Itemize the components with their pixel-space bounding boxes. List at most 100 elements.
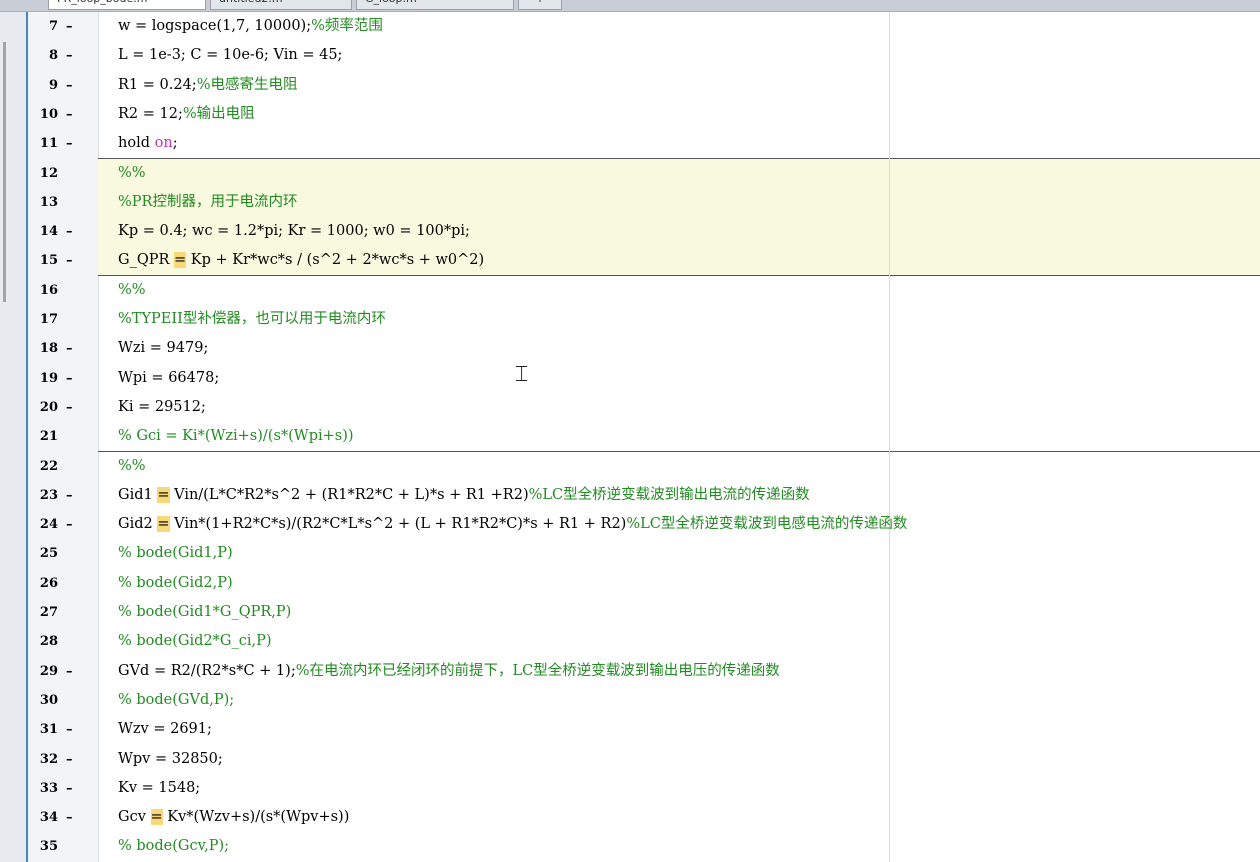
code-line[interactable]: 10– R2 = 12;%输出电阻	[28, 100, 1260, 129]
code-comment: %LC型全桥逆变载波到电感电流的传递函数	[626, 516, 908, 533]
code-text[interactable]: L = 1e-3; C = 10e-6; Vin = 45;	[118, 41, 342, 70]
code-token: Wpi = 66478;	[118, 369, 220, 386]
code-text[interactable]: % bode(Gcv,P);	[118, 832, 229, 861]
line-number: 26	[39, 575, 58, 591]
panel-scroll-strip[interactable]	[0, 12, 26, 862]
code-line[interactable]: 32– Wpv = 32850;	[28, 745, 1260, 774]
breakpoint-marker[interactable]: –	[66, 393, 73, 422]
code-line[interactable]: 31– Wzv = 2691;	[28, 715, 1260, 744]
code-comment: % bode(GVd,P);	[118, 691, 235, 708]
breakpoint-marker[interactable]: –	[66, 715, 73, 744]
code-text[interactable]: %TYPEII型补偿器，也可以用于电流内环	[118, 305, 386, 334]
code-line[interactable]: 33– Kv = 1548;	[28, 774, 1260, 803]
code-line[interactable]: 22%%	[28, 452, 1260, 481]
code-line[interactable]: 25 % bode(Gid1,P)	[28, 539, 1260, 568]
code-text[interactable]: %%	[118, 276, 146, 305]
tab-pr-loop-bode[interactable]: PR_loop_bode.m	[48, 0, 206, 10]
code-text[interactable]: % Gci = Ki*(Wzi+s)/(s*(Wpi+s))	[118, 422, 354, 451]
code-comment: %在电流内环已经闭环的前提下，LC型全桥逆变载波到输出电压的传递函数	[295, 662, 780, 679]
code-text[interactable]: Wpi = 66478;	[118, 364, 219, 393]
breakpoint-marker[interactable]: –	[66, 481, 73, 510]
code-line[interactable]: 23– Gid1 = Vin/(L*C*R2*s^2 + (R1*R2*C + L…	[28, 481, 1260, 510]
code-line[interactable]: 9– R1 = 0.24;%电感寄生电阻	[28, 71, 1260, 100]
code-line[interactable]: 26 % bode(Gid2,P)	[28, 569, 1260, 598]
code-text[interactable]: Gcv = Kv*(Wzv+s)/(s*(Wpv+s))	[118, 803, 349, 832]
breakpoint-marker[interactable]: –	[66, 217, 73, 246]
code-text[interactable]: Wzi = 9479;	[118, 334, 208, 363]
tab-untitled2[interactable]: untitled2.m	[210, 0, 352, 10]
code-text[interactable]: % bode(Gid2,P)	[118, 569, 233, 598]
code-text[interactable]: R2 = 12;%输出电阻	[118, 100, 255, 129]
code-comment: % bode(Gid1*G_QPR,P)	[118, 604, 292, 620]
breakpoint-marker[interactable]: –	[66, 334, 73, 363]
code-line[interactable]: 13 %PR控制器，用于电流内环	[28, 188, 1260, 217]
code-line[interactable]: 20– Ki = 29512;	[28, 393, 1260, 422]
code-text[interactable]: Ki = 29512;	[118, 393, 206, 422]
code-line[interactable]: 18– Wzi = 9479;	[28, 334, 1260, 363]
code-line[interactable]: 19– Wpi = 66478;	[28, 364, 1260, 393]
code-line[interactable]: 11– hold on;	[28, 129, 1260, 158]
line-number: 12	[39, 165, 58, 181]
code-text[interactable]: GVd = R2/(R2*s*C + 1);%在电流内环已经闭环的前提下，LC型…	[118, 657, 780, 686]
panel-scrollbar-thumb[interactable]	[3, 42, 6, 302]
line-number: 10	[39, 106, 58, 122]
code-text[interactable]: %%	[118, 159, 146, 188]
code-text[interactable]: Kv = 1548;	[118, 774, 200, 803]
code-line[interactable]: 30 % bode(GVd,P);	[28, 686, 1260, 715]
code-line[interactable]: 21 % Gci = Ki*(Wzi+s)/(s*(Wpi+s))	[28, 422, 1260, 451]
breakpoint-marker[interactable]: –	[66, 100, 73, 129]
code-text[interactable]: %PR控制器，用于电流内环	[118, 188, 297, 217]
breakpoint-marker[interactable]: –	[66, 745, 73, 774]
breakpoint-marker[interactable]: –	[66, 803, 73, 832]
code-line[interactable]: 7– w = logspace(1,7, 10000);%频率范围	[28, 12, 1260, 41]
code-comment: % Gci = Ki*(Wzi+s)/(s*(Wpi+s))	[118, 428, 354, 445]
code-text[interactable]: hold on;	[118, 129, 178, 158]
code-token: Kv*(Wzv+s)/(s*(Wpv+s))	[162, 809, 350, 826]
breakpoint-marker[interactable]: –	[66, 657, 73, 686]
code-line[interactable]: 16%%	[28, 276, 1260, 305]
code-token: Gid2	[118, 516, 158, 533]
code-token: Kp + Kr*wc*s / (s^2 + 2*wc*s + w0^2)	[186, 252, 485, 269]
line-number: 9	[48, 77, 58, 93]
breakpoint-marker[interactable]: –	[66, 364, 73, 393]
breakpoint-marker[interactable]: –	[66, 41, 73, 70]
code-line[interactable]: 15– G_QPR = Kp + Kr*wc*s / (s^2 + 2*wc*s …	[28, 246, 1260, 275]
code-line[interactable]: 12%%	[28, 159, 1260, 188]
code-line[interactable]: 27 % bode(Gid1*G_QPR,P)	[28, 598, 1260, 627]
code-token: w = logspace(1,7, 10000);	[118, 18, 312, 34]
code-line[interactable]: 17 %TYPEII型补偿器，也可以用于电流内环	[28, 305, 1260, 334]
code-text[interactable]: % bode(Gid1,P)	[118, 539, 233, 568]
code-line[interactable]: 34– Gcv = Kv*(Wzv+s)/(s*(Wpv+s))	[28, 803, 1260, 832]
line-number: 16	[39, 282, 58, 298]
code-text[interactable]: w = logspace(1,7, 10000);%频率范围	[118, 12, 383, 41]
breakpoint-marker[interactable]: –	[66, 774, 73, 803]
code-line[interactable]: 29– GVd = R2/(R2*s*C + 1);%在电流内环已经闭环的前提下，…	[28, 657, 1260, 686]
code-line[interactable]: 8– L = 1e-3; C = 10e-6; Vin = 45;	[28, 41, 1260, 70]
breakpoint-marker[interactable]: –	[66, 12, 73, 41]
breakpoint-marker[interactable]: –	[66, 129, 73, 158]
code-text[interactable]: R1 = 0.24;%电感寄生电阻	[118, 71, 297, 100]
code-text[interactable]: % bode(Gid1*G_QPR,P)	[118, 598, 291, 627]
code-line[interactable]: 35 % bode(Gcv,P);	[28, 832, 1260, 861]
code-text[interactable]: Wpv = 32850;	[118, 745, 223, 774]
code-text[interactable]: Wzv = 2691;	[118, 715, 212, 744]
code-text[interactable]: Kp = 0.4; wc = 1.2*pi; Kr = 1000; w0 = 1…	[118, 217, 470, 246]
code-text[interactable]: % bode(GVd,P);	[118, 686, 234, 715]
tab-g-loop[interactable]: G_loop.m	[356, 0, 514, 10]
code-line[interactable]: 28 % bode(Gid2*G_ci,P)	[28, 627, 1260, 656]
breakpoint-marker[interactable]: –	[66, 246, 73, 275]
code-line[interactable]: 24– Gid2 = Vin*(1+R2*C*s)/(R2*C*L*s^2 + (…	[28, 510, 1260, 539]
breakpoint-marker[interactable]: –	[66, 510, 73, 539]
code-token: hold	[118, 135, 155, 152]
code-text[interactable]: Gid1 = Vin/(L*C*R2*s^2 + (R1*R2*C + L)*s…	[118, 481, 810, 510]
code-text[interactable]: Gid2 = Vin*(1+R2*C*s)/(R2*C*L*s^2 + (L +…	[118, 510, 907, 539]
match-highlight: =	[157, 516, 170, 533]
code-line[interactable]: 14– Kp = 0.4; wc = 1.2*pi; Kr = 1000; w0 …	[28, 217, 1260, 246]
code-text[interactable]: % bode(Gid2*G_ci,P)	[118, 627, 272, 656]
code-comment: %%	[118, 281, 146, 298]
code-text[interactable]: %%	[118, 452, 146, 481]
new-tab-button[interactable]: +	[518, 0, 562, 10]
code-text[interactable]: G_QPR = Kp + Kr*wc*s / (s^2 + 2*wc*s + w…	[118, 246, 484, 275]
line-number: 27	[39, 605, 58, 620]
breakpoint-marker[interactable]: –	[66, 71, 73, 100]
